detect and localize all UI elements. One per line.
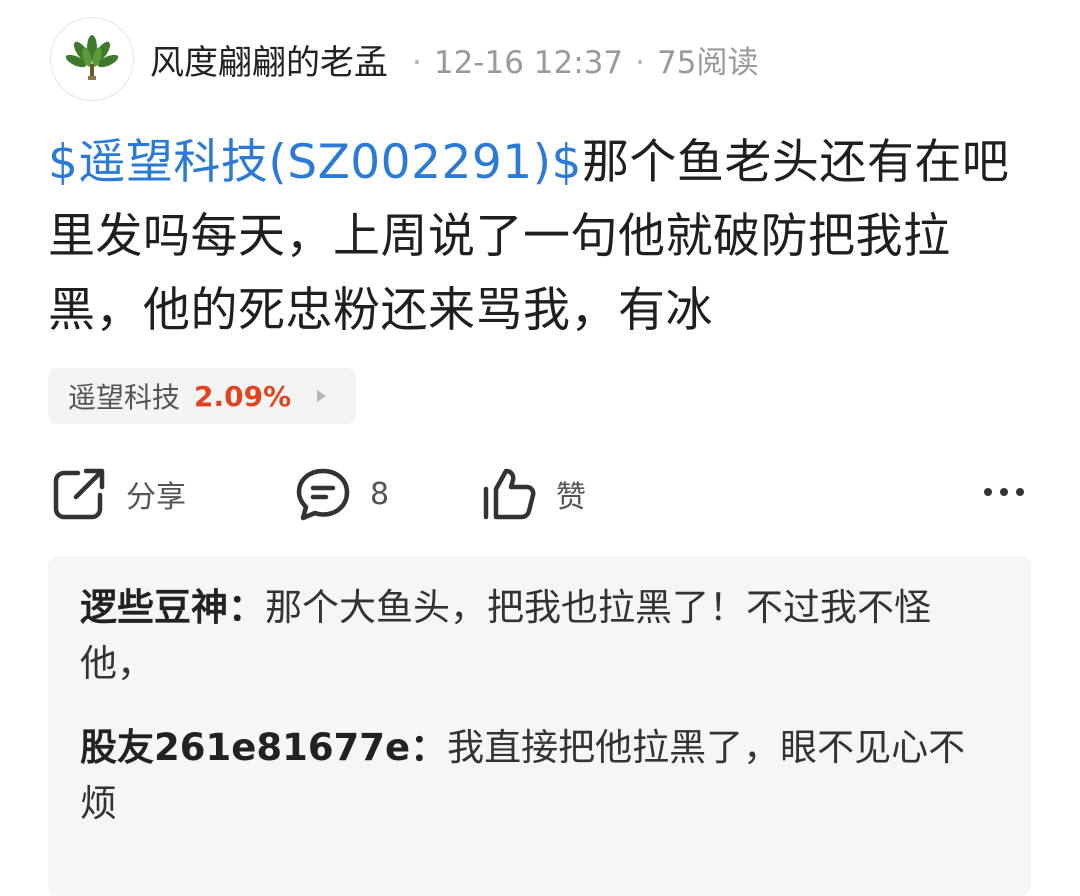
thumbs-up-icon — [483, 468, 536, 520]
post-body: $遥望科技(SZ002291)$那个鱼老头还有在吧里发吗每天，上周说了一句他就破… — [48, 126, 1033, 348]
like-button[interactable]: 赞 — [480, 462, 586, 526]
comment-colon: ： — [410, 726, 448, 769]
comment-preview-box[interactable]: 逻些豆神：那个大鱼头，把我也拉黑了！不过我不怪他， 股友261e81677e：我… — [48, 556, 1031, 896]
more-dot — [984, 488, 992, 496]
share-label: 分享 — [126, 480, 186, 515]
share-button[interactable]: 分享 — [50, 462, 186, 526]
more-dot — [1016, 488, 1024, 496]
stock-mention-link[interactable]: $遥望科技(SZ002291)$ — [48, 135, 582, 190]
author-name[interactable]: 风度翩翩的老孟 — [150, 35, 388, 84]
plant-avatar-icon — [65, 35, 119, 80]
share-icon — [53, 468, 105, 520]
post-header: 风度翩翩的老孟 · 12-16 12:37 · 75阅读 — [50, 16, 1030, 102]
play-arrow-icon — [317, 390, 327, 402]
meta-separator: · — [635, 44, 645, 81]
read-count: 75阅读 — [657, 44, 759, 81]
comment-item[interactable]: 逻些豆神：那个大鱼头，把我也拉黑了！不过我不怪他， — [80, 580, 1000, 692]
comment-user[interactable]: 逻些豆神 — [80, 586, 228, 629]
comment-item[interactable]: 股友261e81677e：我直接把他拉黑了，眼不见心不烦 — [80, 720, 1000, 832]
comment-icon — [296, 468, 350, 521]
more-dot — [1000, 488, 1008, 496]
comment-colon: ： — [228, 586, 265, 629]
stock-tag-name: 遥望科技 — [68, 381, 181, 414]
meta-separator: · — [412, 44, 422, 81]
stock-tag-change: 2.09% — [194, 379, 292, 413]
comment-count: 8 — [370, 476, 390, 512]
stock-tag[interactable]: 遥望科技 2.09% — [48, 368, 357, 424]
post-time: 12-16 12:37 — [433, 44, 624, 81]
comment-user[interactable]: 股友261e81677e — [80, 726, 410, 769]
more-icon[interactable] — [984, 488, 1024, 496]
post-meta: · 12-16 12:37 · 75阅读 — [400, 37, 758, 82]
action-bar: 分享 8 赞 — [50, 462, 1030, 526]
avatar[interactable] — [50, 17, 134, 101]
like-label: 赞 — [556, 480, 586, 515]
comment-button[interactable]: 8 — [294, 462, 389, 526]
